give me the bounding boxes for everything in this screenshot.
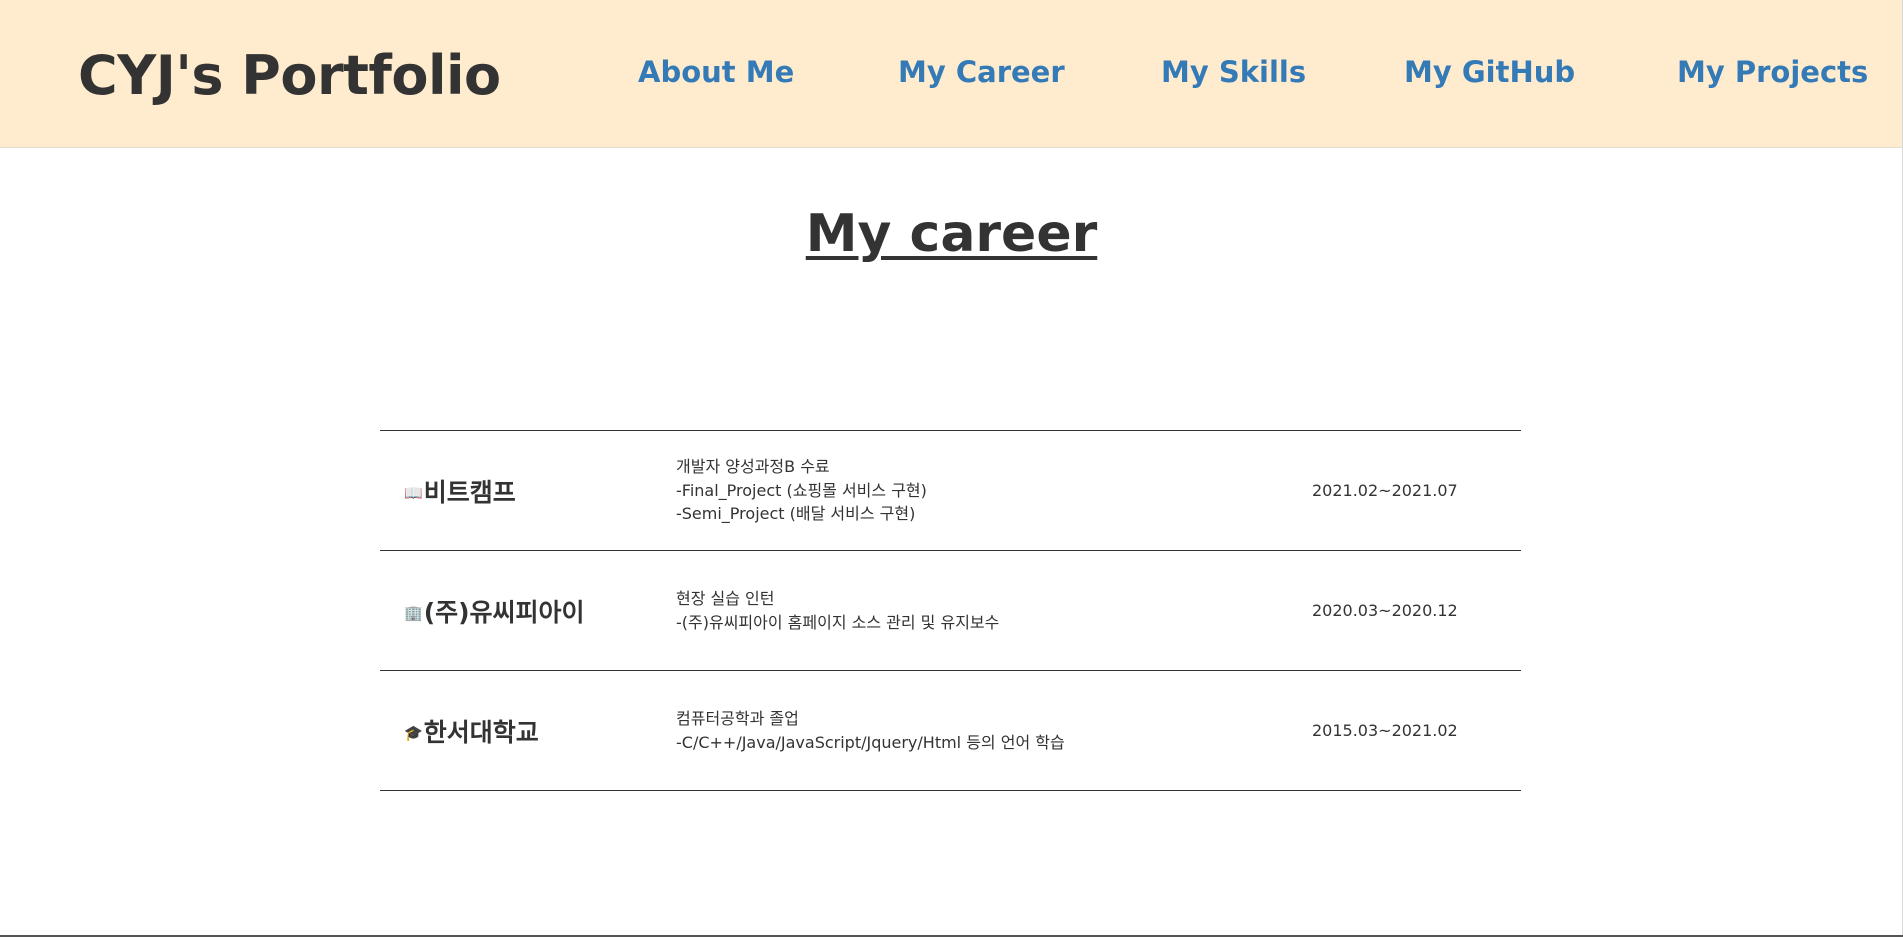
career-org-name: 비트캠프 xyxy=(423,477,516,507)
career-row: 🏢 (주)유씨피아이 현장 실습 인턴 -(주)유씨피아이 홈페이지 소스 관리… xyxy=(380,551,1521,671)
nav-my-skills[interactable]: My Skills xyxy=(1161,48,1306,96)
career-org-name: (주)유씨피아이 xyxy=(423,597,585,627)
office-building-icon: 🏢 xyxy=(404,603,423,622)
career-desc-line: 현장 실습 인턴 xyxy=(676,589,775,608)
career-org: 📖 비트캠프 xyxy=(404,431,516,550)
site-header: CYJ's Portfolio About Me My Career My Sk… xyxy=(0,0,1903,148)
book-icon: 📖 xyxy=(404,483,423,502)
career-period: 2020.03~2020.12 xyxy=(1312,601,1458,620)
career-description: 현장 실습 인턴 -(주)유씨피아이 홈페이지 소스 관리 및 유지보수 xyxy=(676,551,999,670)
career-period: 2021.02~2021.07 xyxy=(1312,481,1458,500)
career-org: 🏢 (주)유씨피아이 xyxy=(404,551,585,670)
career-org-name: 한서대학교 xyxy=(423,717,539,747)
career-desc-line: 컴퓨터공학과 졸업 xyxy=(676,709,799,728)
career-description: 개발자 양성과정B 수료 -Final_Project (쇼핑몰 서비스 구현)… xyxy=(676,431,927,550)
nav-my-career[interactable]: My Career xyxy=(898,48,1065,96)
career-desc-line: 개발자 양성과정B 수료 xyxy=(676,457,830,477)
career-row: 📖 비트캠프 개발자 양성과정B 수료 -Final_Project (쇼핑몰 … xyxy=(380,431,1521,551)
nav-my-projects[interactable]: My Projects xyxy=(1677,48,1868,96)
career-description: 컴퓨터공학과 졸업 -C/C++/Java/JavaScript/Jquery/… xyxy=(676,671,1065,790)
career-period: 2015.03~2021.02 xyxy=(1312,721,1458,740)
nav-about-me[interactable]: About Me xyxy=(638,48,794,96)
page-title: My career xyxy=(0,196,1903,272)
page-title-text: My career xyxy=(805,204,1098,264)
career-desc-line: -Semi_Project (배달 서비스 구현) xyxy=(676,504,916,524)
graduation-cap-icon: 🎓 xyxy=(404,723,423,742)
career-row: 🎓 한서대학교 컴퓨터공학과 졸업 -C/C++/Java/JavaScript… xyxy=(380,671,1521,791)
site-brand[interactable]: CYJ's Portfolio xyxy=(78,38,501,114)
nav-my-github[interactable]: My GitHub xyxy=(1404,48,1575,96)
career-desc-line: -(주)유씨피아이 홈페이지 소스 관리 및 유지보수 xyxy=(676,612,1000,632)
career-desc-line: -Final_Project (쇼핑몰 서비스 구현) xyxy=(676,480,927,500)
career-desc-line: -C/C++/Java/JavaScript/Jquery/Html 등의 언어… xyxy=(676,732,1065,752)
career-table: 📖 비트캠프 개발자 양성과정B 수료 -Final_Project (쇼핑몰 … xyxy=(380,430,1521,791)
career-org: 🎓 한서대학교 xyxy=(404,671,539,790)
